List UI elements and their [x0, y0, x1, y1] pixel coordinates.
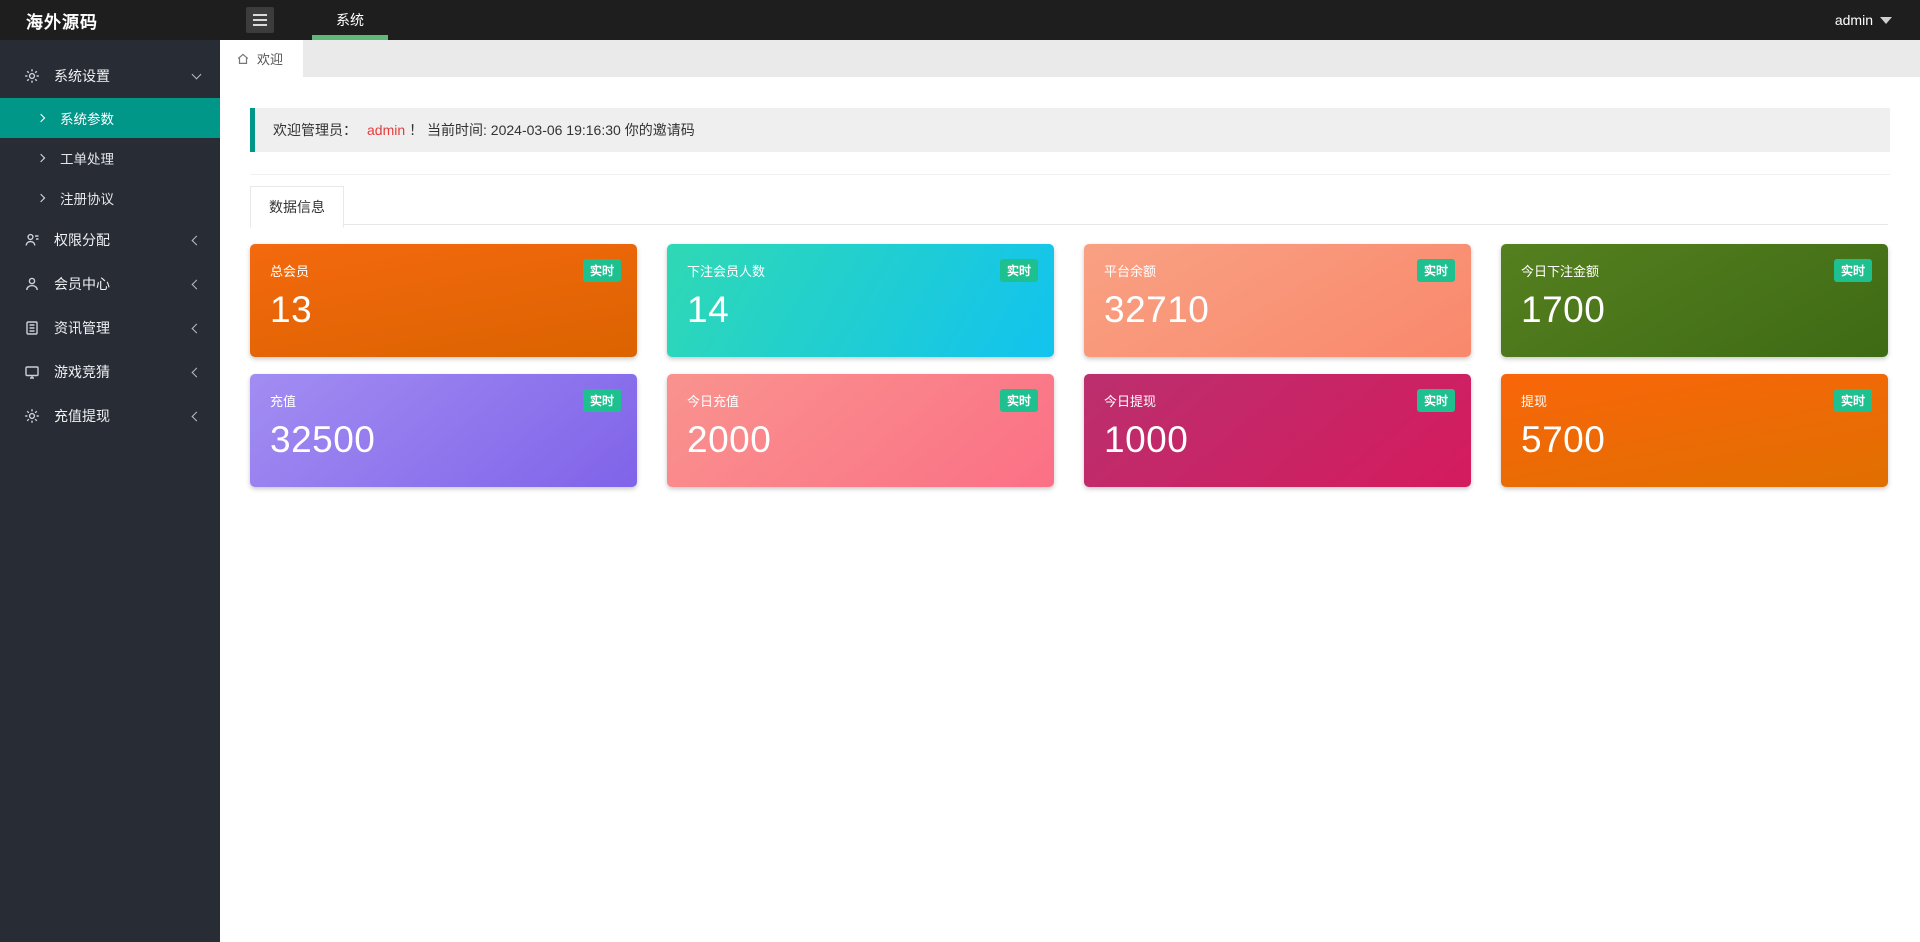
nav-tab-label: 系统: [336, 10, 364, 30]
welcome-suffix: ！ 当前时间: 2024-03-06 19:16:30 你的邀请码: [409, 120, 695, 140]
sidebar-item-game-betting[interactable]: 游戏竞猜: [0, 350, 220, 394]
sidebar-item-system-settings[interactable]: 系统设置: [0, 54, 220, 98]
stat-card-recharge[interactable]: 充值 32500 实时: [250, 374, 637, 487]
realtime-badge: 实时: [1417, 259, 1455, 282]
realtime-badge: 实时: [1834, 259, 1872, 282]
stat-card-betting-members[interactable]: 下注会员人数 14 实时: [667, 244, 1054, 357]
stat-card-value: 13: [270, 289, 621, 331]
user-menu[interactable]: admin: [1835, 0, 1920, 40]
sidebar-item-label: 系统设置: [54, 66, 110, 86]
welcome-panel: 欢迎管理员： admin ！ 当前时间: 2024-03-06 19:16:30…: [250, 77, 1890, 175]
chevron-left-icon: [192, 367, 202, 377]
sidebar-subitem-label: 系统参数: [60, 108, 114, 128]
nav-tab-active-underline: [312, 35, 388, 40]
chevron-right-icon: [37, 114, 45, 122]
app-logo: 海外源码: [0, 0, 220, 40]
stat-card-total-members[interactable]: 总会员 13 实时: [250, 244, 637, 357]
sidebar-subitem-register-agreement[interactable]: 注册协议: [0, 178, 220, 218]
sidebar-subitem-label: 工单处理: [60, 148, 114, 168]
main-content: 欢迎管理员： admin ！ 当前时间: 2024-03-06 19:16:30…: [220, 77, 1920, 942]
stat-card-today-withdraw[interactable]: 今日提现 1000 实时: [1084, 374, 1471, 487]
nav-tab-system[interactable]: 系统: [312, 0, 388, 40]
stat-card-value: 5700: [1521, 419, 1872, 461]
page-tabstrip: 欢迎: [220, 40, 1920, 77]
stat-card-value: 14: [687, 289, 1038, 331]
stat-cards-grid: 总会员 13 实时 下注会员人数 14 实时 平台余额 32710 实时 今日下…: [250, 244, 1888, 487]
realtime-badge: 实时: [1000, 389, 1038, 412]
welcome-username: admin: [367, 122, 405, 138]
stat-card-value: 1700: [1521, 289, 1872, 331]
document-icon: [24, 320, 40, 336]
tab-welcome[interactable]: 欢迎: [220, 40, 303, 77]
sidebar-item-news-management[interactable]: 资讯管理: [0, 306, 220, 350]
chevron-left-icon: [192, 279, 202, 289]
top-bar: 海外源码 系统 admin: [0, 0, 1920, 40]
sidebar-item-label: 会员中心: [54, 274, 110, 294]
sidebar-item-label: 充值提现: [54, 406, 110, 426]
stat-card-today-recharge[interactable]: 今日充值 2000 实时: [667, 374, 1054, 487]
chevron-left-icon: [192, 323, 202, 333]
chevron-down-icon: [192, 70, 202, 80]
sidebar: 系统设置 系统参数 工单处理 注册协议 权限分配 会员中心: [0, 40, 220, 942]
stat-card-value: 2000: [687, 419, 1038, 461]
user-permission-icon: [24, 232, 40, 248]
sidebar-item-label: 权限分配: [54, 230, 110, 250]
welcome-alert: 欢迎管理员： admin ！ 当前时间: 2024-03-06 19:16:30…: [250, 108, 1890, 152]
chevron-right-icon: [37, 194, 45, 202]
stat-card-label: 提现: [1521, 391, 1872, 410]
stat-card-value: 32500: [270, 419, 621, 461]
realtime-badge: 实时: [1000, 259, 1038, 282]
monitor-icon: [24, 364, 40, 380]
chevron-left-icon: [192, 411, 202, 421]
sidebar-item-recharge-withdraw[interactable]: 充值提现: [0, 394, 220, 438]
stat-card-platform-balance[interactable]: 平台余额 32710 实时: [1084, 244, 1471, 357]
stat-card-label: 今日充值: [687, 391, 1038, 410]
sidebar-subitem-system-params[interactable]: 系统参数: [0, 98, 220, 138]
sidebar-item-label: 游戏竞猜: [54, 362, 110, 382]
data-panel-tabs: 数据信息: [250, 185, 1888, 225]
gear-icon: [24, 68, 40, 84]
chevron-down-icon: [1880, 17, 1892, 24]
home-icon: [236, 52, 250, 66]
stat-card-label: 充值: [270, 391, 621, 410]
sidebar-item-permissions[interactable]: 权限分配: [0, 218, 220, 262]
username-label: admin: [1835, 12, 1873, 28]
chevron-right-icon: [37, 154, 45, 162]
realtime-badge: 实时: [1417, 389, 1455, 412]
tab-data-info[interactable]: 数据信息: [250, 186, 344, 228]
stat-card-today-bet-amount[interactable]: 今日下注金额 1700 实时: [1501, 244, 1888, 357]
sidebar-item-member-center[interactable]: 会员中心: [0, 262, 220, 306]
realtime-badge: 实时: [583, 389, 621, 412]
user-icon: [24, 276, 40, 292]
stat-card-withdraw[interactable]: 提现 5700 实时: [1501, 374, 1888, 487]
welcome-prefix: 欢迎管理员：: [273, 120, 357, 140]
tab-welcome-label: 欢迎: [257, 49, 283, 68]
stat-card-value: 1000: [1104, 419, 1455, 461]
stat-card-label: 总会员: [270, 261, 621, 280]
gear-icon: [24, 408, 40, 424]
chevron-left-icon: [192, 235, 202, 245]
sidebar-subitem-label: 注册协议: [60, 188, 114, 208]
stat-card-label: 平台余额: [1104, 261, 1455, 280]
sidebar-subitem-work-orders[interactable]: 工单处理: [0, 138, 220, 178]
stat-card-label: 下注会员人数: [687, 261, 1038, 280]
stat-card-label: 今日下注金额: [1521, 261, 1872, 280]
realtime-badge: 实时: [1834, 389, 1872, 412]
hamburger-menu-icon[interactable]: [246, 7, 274, 33]
stat-card-label: 今日提现: [1104, 391, 1455, 410]
sidebar-item-label: 资讯管理: [54, 318, 110, 338]
stat-card-value: 32710: [1104, 289, 1455, 331]
realtime-badge: 实时: [583, 259, 621, 282]
